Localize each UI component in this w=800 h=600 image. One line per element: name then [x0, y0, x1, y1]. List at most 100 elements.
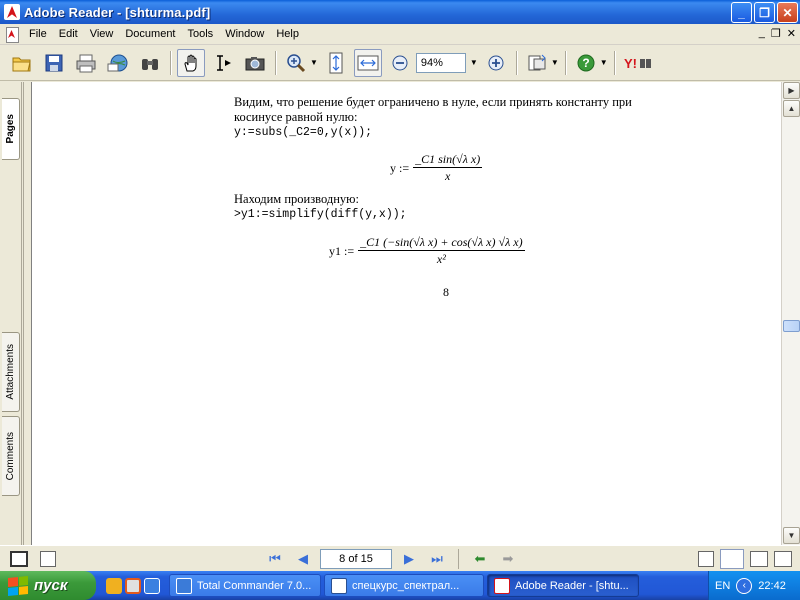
- yahoo-toolbar-button[interactable]: Y!: [621, 49, 655, 77]
- pdf-page: Видим, что решение будет ограничено в ну…: [24, 82, 781, 545]
- tab-pages[interactable]: Pages: [2, 98, 20, 160]
- tab-attachments[interactable]: Attachments: [2, 332, 20, 412]
- single-page-icon[interactable]: [40, 550, 56, 567]
- save-disk-icon: [45, 54, 63, 71]
- fit-height-button[interactable]: [322, 49, 350, 77]
- zoom-value: 94%: [420, 56, 443, 69]
- select-text-icon: [217, 54, 231, 71]
- zoom-tool-dropdown-arrow[interactable]: ▼: [310, 58, 318, 67]
- save-button[interactable]: [40, 49, 68, 77]
- maple-command: y:=subs(_C2=0,y(x));: [234, 126, 373, 139]
- help-dropdown-arrow[interactable]: ▼: [600, 58, 608, 67]
- tab-comments-label: Comments: [5, 431, 16, 481]
- snapshot-button[interactable]: [241, 49, 269, 77]
- tray-expand-icon[interactable]: ‹: [736, 577, 753, 594]
- zoom-input[interactable]: 94%: [415, 52, 466, 73]
- open-button[interactable]: [8, 49, 36, 77]
- menu-window[interactable]: Window: [219, 26, 270, 42]
- next-page-icon[interactable]: ▶: [398, 548, 420, 570]
- window-controls: _ ❐ ✕: [731, 2, 798, 23]
- continuous-view-icon[interactable]: [720, 548, 744, 569]
- scroll-thumb[interactable]: [783, 320, 800, 332]
- continuous-facing-view-icon[interactable]: [774, 550, 792, 567]
- toolbar: ▼ 94% ▼ ▼ ? ▼ Y!: [0, 45, 800, 81]
- menu-edit[interactable]: Edit: [53, 26, 84, 42]
- scroll-up-arrow[interactable]: ▶: [783, 82, 800, 99]
- page-number-input[interactable]: 8 of 15: [320, 548, 392, 569]
- adobe-reader-icon: [494, 577, 510, 594]
- clock: 22:42: [758, 579, 786, 592]
- go-back-icon[interactable]: ⬅: [469, 548, 491, 570]
- select-text-button[interactable]: [209, 49, 237, 77]
- page-display-modes: [698, 548, 792, 569]
- last-page-icon[interactable]: ⏭: [426, 548, 448, 570]
- media-player-icon[interactable]: [125, 577, 141, 594]
- fit-page-icon: [329, 52, 343, 73]
- page-navigation: ⏮ ◀ 8 of 15 ▶ ⏭ ⬅ ➡: [264, 548, 519, 570]
- go-forward-icon[interactable]: ➡: [497, 548, 519, 570]
- zoom-out-button[interactable]: [386, 49, 414, 77]
- zoom-in-button[interactable]: [482, 49, 510, 77]
- page-rotate-icon: [528, 54, 546, 70]
- rotate-dropdown-arrow[interactable]: ▼: [551, 58, 559, 67]
- formula-numerator: _C1 (−sin(√λ x) + cos(√λ x) √λ x): [358, 235, 525, 251]
- single-page-view-icon[interactable]: [698, 550, 714, 567]
- quick-launch: [106, 577, 160, 594]
- doc-close-button[interactable]: ✕: [787, 27, 796, 40]
- menu-document[interactable]: Document: [119, 26, 181, 42]
- printer-icon: [76, 54, 96, 72]
- windows-taskbar: пуск Total Commander 7.0... спецкурс_спе…: [0, 571, 800, 600]
- scroll-down-button[interactable]: ▼: [783, 527, 800, 544]
- formula-numerator: _C1 sin(√λ x): [413, 152, 483, 168]
- start-label: пуск: [34, 577, 68, 594]
- start-button[interactable]: пуск: [0, 571, 96, 600]
- quick-launch-icon[interactable]: [106, 577, 122, 594]
- close-button[interactable]: ✕: [777, 2, 798, 23]
- open-folder-icon: [12, 57, 31, 71]
- facing-view-icon[interactable]: [750, 550, 768, 567]
- menu-view[interactable]: View: [84, 26, 120, 42]
- doc-restore-button[interactable]: ❐: [771, 27, 781, 40]
- zoom-dropdown-arrow[interactable]: ▼: [470, 58, 478, 67]
- task-total-commander[interactable]: Total Commander 7.0...: [169, 574, 321, 597]
- tab-attachments-label: Attachments: [5, 344, 16, 400]
- rotate-view-button[interactable]: [523, 49, 551, 77]
- help-icon: ?: [577, 54, 595, 71]
- zoom-out-icon: [392, 55, 408, 70]
- first-page-icon[interactable]: ⏮: [264, 548, 286, 570]
- tab-comments[interactable]: Comments: [2, 416, 20, 496]
- previous-page-icon[interactable]: ◀: [292, 548, 314, 570]
- formula-lhs: y :=: [390, 160, 410, 175]
- toolbar-separator: [564, 50, 566, 75]
- task-adobe-reader[interactable]: Adobe Reader - [shtu...: [487, 574, 639, 597]
- zoom-in-icon: [488, 55, 504, 70]
- email-button[interactable]: [104, 49, 132, 77]
- page-layout-icon[interactable]: [10, 550, 28, 567]
- help-button[interactable]: ?: [572, 49, 600, 77]
- print-button[interactable]: [72, 49, 100, 77]
- menu-bar: File Edit View Document Tools Window Hel…: [0, 24, 800, 45]
- email-globe-icon: [107, 54, 128, 71]
- restore-button[interactable]: ❐: [754, 2, 775, 23]
- menu-tools[interactable]: Tools: [182, 26, 220, 42]
- zoom-in-tool-button[interactable]: [282, 49, 310, 77]
- scroll-up-button[interactable]: ▲: [783, 100, 800, 117]
- window-title: Adobe Reader - [shturma.pdf]: [24, 4, 211, 20]
- language-indicator[interactable]: EN: [715, 580, 730, 592]
- menu-file[interactable]: File: [23, 26, 53, 42]
- minimize-button[interactable]: _: [731, 2, 752, 23]
- menu-help[interactable]: Help: [270, 26, 305, 42]
- adobe-reader-app-icon[interactable]: [4, 4, 20, 20]
- task-word-document[interactable]: спецкурс_спектрал...: [324, 574, 484, 597]
- search-button[interactable]: [136, 49, 164, 77]
- vertical-scrollbar[interactable]: ▶ ▲ ▼: [781, 82, 800, 545]
- document-icon[interactable]: [4, 26, 20, 43]
- formula-lhs: y1 :=: [329, 243, 355, 258]
- doc-minimize-button[interactable]: _: [759, 27, 765, 40]
- fit-width-button[interactable]: [353, 48, 382, 77]
- internet-explorer-icon[interactable]: [144, 577, 160, 594]
- formula-fraction: _C1 (−sin(√λ x) + cos(√λ x) √λ x) x²: [358, 235, 525, 267]
- document-view[interactable]: Видим, что решение будет ограничено в ну…: [23, 82, 781, 545]
- task-label: Adobe Reader - [shtu...: [515, 579, 629, 592]
- hand-tool-button[interactable]: [177, 48, 205, 77]
